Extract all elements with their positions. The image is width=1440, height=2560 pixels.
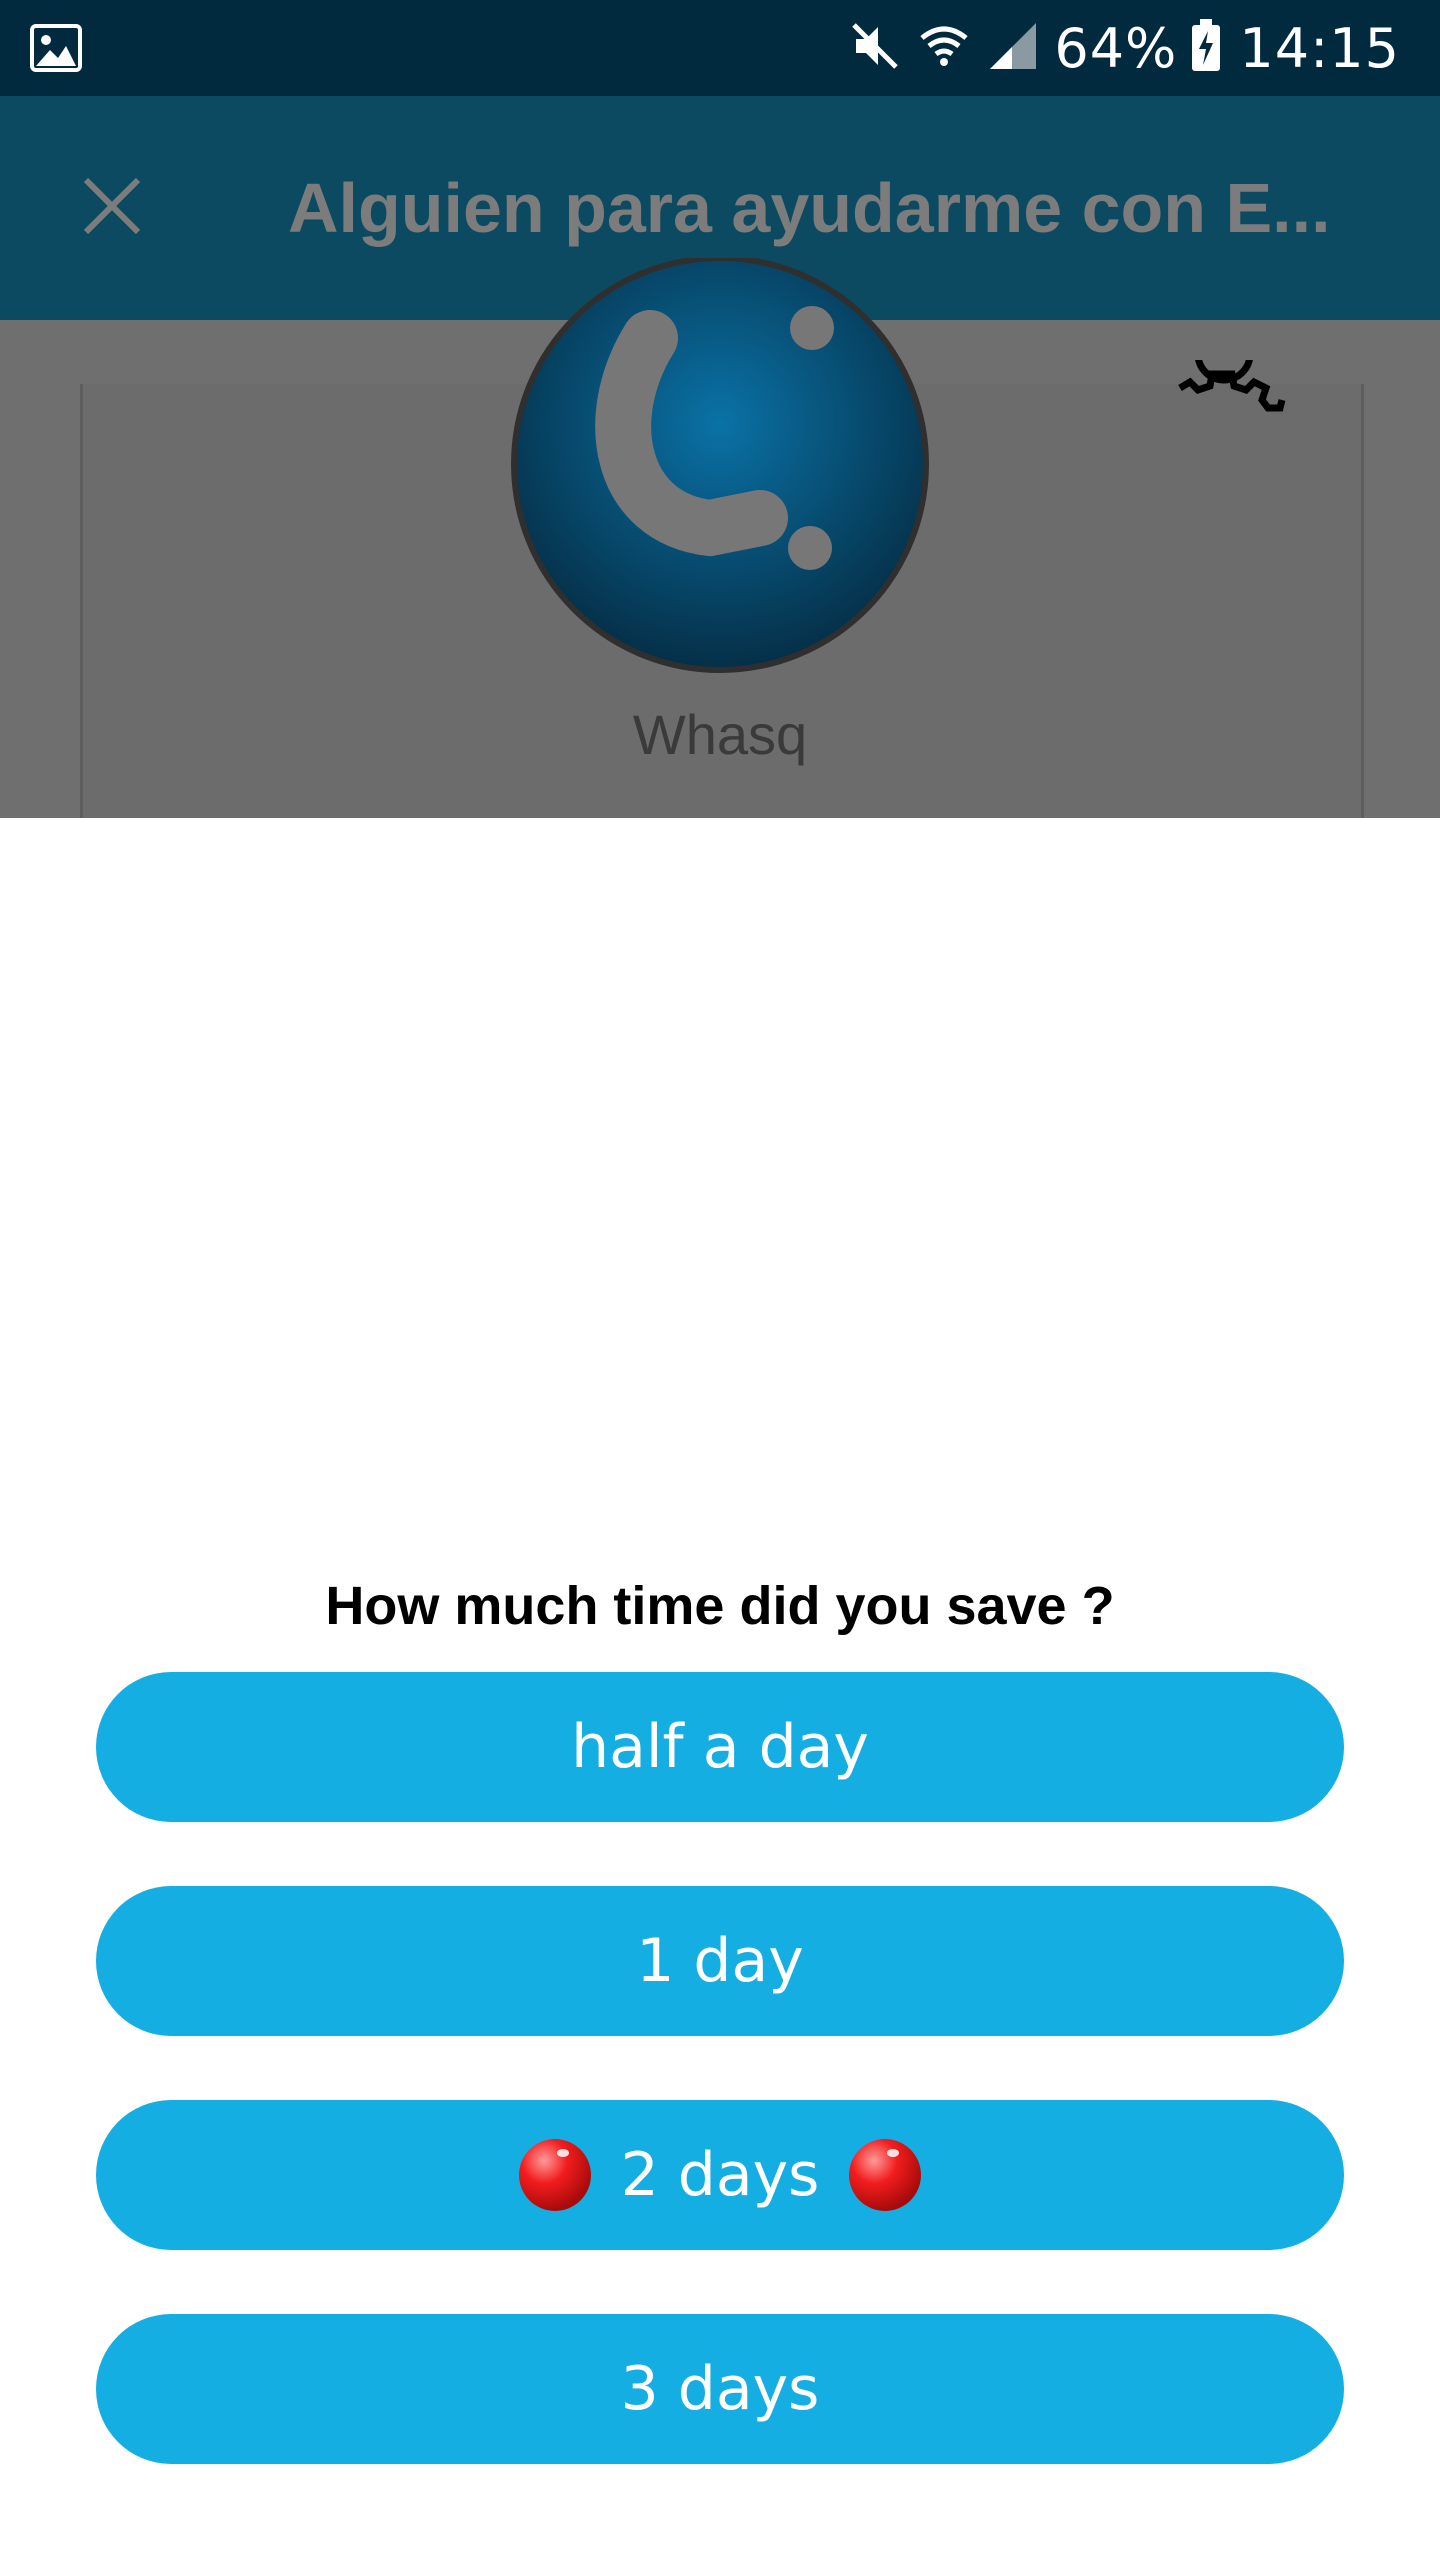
close-button[interactable] [60, 156, 164, 260]
dialog-question: How much time did you save ? [325, 1576, 1115, 1636]
option-label: half a day [571, 1712, 869, 1782]
red-ball-icon [517, 2137, 593, 2213]
option-3-days-button[interactable]: 3 days [96, 2314, 1344, 2464]
option-half-a-day-button[interactable]: half a day [96, 1672, 1344, 1822]
option-label: 1 day [636, 1926, 804, 1996]
page-title: Alguien para ayudarme con E... [288, 169, 1331, 247]
profile-name: Whasq [632, 703, 808, 766]
signal-icon [986, 19, 1040, 78]
gear-icon [1160, 324, 1310, 510]
clock: 14:15 [1239, 16, 1400, 80]
status-icons: 64% 14:15 [848, 0, 1400, 96]
gallery-icon [30, 24, 82, 72]
wifi-icon [916, 18, 972, 79]
mute-icon [848, 19, 902, 78]
battery-percent: 64% [1054, 16, 1178, 80]
red-ball-icon [847, 2137, 923, 2213]
option-2-days-button[interactable]: 2 days [96, 2100, 1344, 2250]
option-label: 2 days [620, 2140, 820, 2210]
app-logo [510, 255, 930, 678]
status-bar: 64% 14:15 [0, 0, 1440, 96]
close-icon [82, 176, 142, 241]
battery-charging-icon [1191, 18, 1221, 78]
option-label: 3 days [620, 2354, 820, 2424]
screen: 64% 14:15 Alguien para ayudarme con E... [0, 0, 1440, 2560]
option-1-day-button[interactable]: 1 day [96, 1886, 1344, 2036]
time-saved-dialog: How much time did you save ? half a day … [0, 818, 1440, 2560]
